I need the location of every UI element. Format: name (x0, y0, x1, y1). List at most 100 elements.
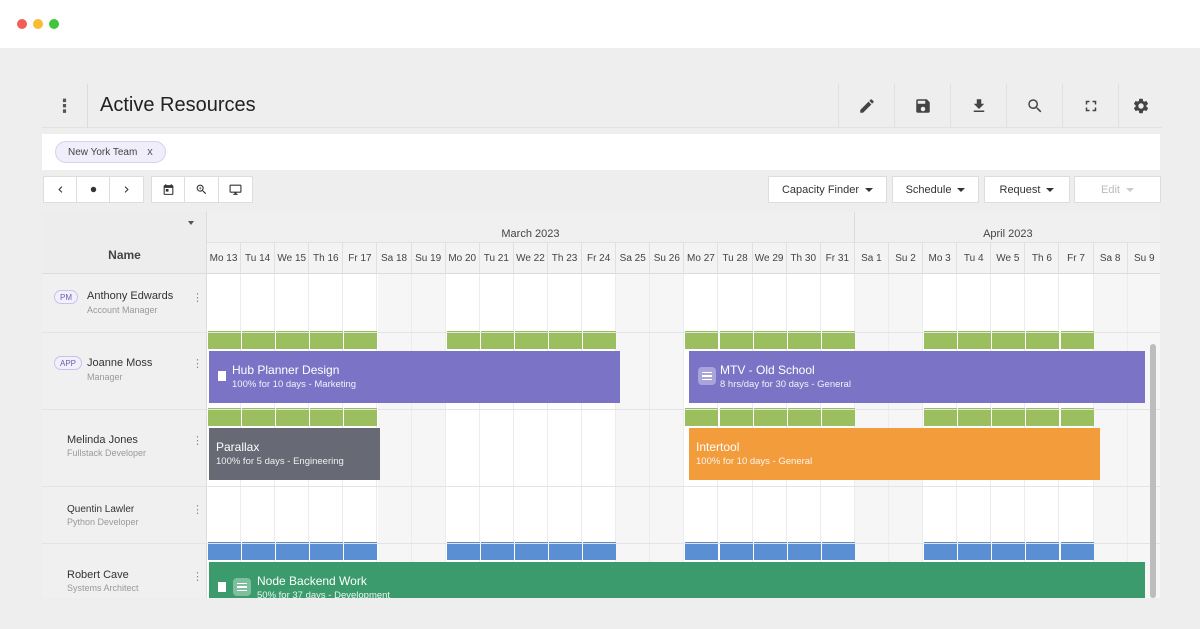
maximize-window-button[interactable] (49, 19, 59, 29)
row-options-icon[interactable]: ⋮ (192, 293, 203, 304)
day-header[interactable]: Mo 3 (923, 243, 958, 274)
capacity-block (992, 331, 1026, 349)
name-column-header[interactable]: Name (42, 212, 207, 274)
save-button[interactable] (894, 84, 950, 128)
filter-chip-label: New York Team (68, 146, 138, 158)
date-picker-button[interactable] (151, 176, 185, 203)
booking-mtv-old-school[interactable]: MTV - Old School 8 hrs/day for 30 days -… (689, 351, 1145, 403)
monitor-icon (229, 184, 242, 195)
resource-row-quentin-lawler[interactable]: Quentin Lawler Python Developer ⋮ (42, 486, 207, 543)
edit-dropdown-button[interactable]: Edit (1074, 176, 1161, 203)
day-column[interactable] (411, 274, 446, 598)
vertical-scrollbar[interactable] (1150, 344, 1156, 598)
document-icon (218, 582, 226, 592)
zoom-button[interactable] (184, 176, 219, 203)
booking-parallax[interactable]: Parallax 100% for 5 days - Engineering (209, 428, 380, 480)
resource-row-robert-cave[interactable]: Robert Cave Systems Architect ⋮ (42, 543, 207, 598)
row-divider (42, 409, 1160, 410)
day-header[interactable]: Su 19 (412, 243, 446, 274)
capacity-block (924, 331, 958, 349)
filter-chip[interactable]: New York Team x (55, 141, 166, 163)
day-header[interactable]: Fr 31 (821, 243, 855, 274)
day-header[interactable]: We 15 (275, 243, 310, 274)
resource-row-melinda-jones[interactable]: Melinda Jones Fullstack Developer ⋮ (42, 409, 207, 486)
next-period-button[interactable] (109, 176, 144, 203)
row-divider (42, 486, 1160, 487)
capacity-block (446, 331, 480, 349)
resource-row-joanne-moss[interactable]: APP Joanne Moss Manager ⋮ (42, 332, 207, 409)
day-header[interactable]: Tu 14 (241, 243, 276, 274)
day-header[interactable]: Su 9 (1128, 243, 1160, 274)
request-label: Request (999, 183, 1041, 196)
capacity-block (514, 542, 548, 560)
row-options-icon[interactable]: ⋮ (192, 572, 203, 583)
resource-badge: PM (54, 290, 78, 304)
edit-button[interactable] (838, 84, 894, 128)
day-header[interactable]: Fr 24 (582, 243, 617, 274)
day-header[interactable]: We 5 (991, 243, 1026, 274)
day-header[interactable]: Fr 17 (343, 243, 378, 274)
booking-hub-planner-design[interactable]: Hub Planner Design 100% for 10 days - Ma… (209, 351, 620, 403)
capacity-finder-button[interactable]: Capacity Finder (768, 176, 887, 203)
booking-intertool[interactable]: Intertool 100% for 10 days - General (689, 428, 1100, 480)
day-header[interactable]: Tu 28 (719, 243, 753, 274)
day-header[interactable]: Su 26 (650, 243, 685, 274)
resource-row-anthony-edwards[interactable]: PM Anthony Edwards Account Manager ⋮ (42, 274, 207, 332)
request-button[interactable]: Request (984, 176, 1070, 203)
day-header[interactable]: Th 6 (1025, 243, 1060, 274)
resource-role: Systems Architect (67, 583, 139, 593)
day-column[interactable] (616, 274, 651, 598)
day-header[interactable]: We 29 (753, 243, 787, 274)
month-header-row: March 2023 April 2023 (207, 212, 1160, 243)
menu-kebab-button[interactable]: ⋮ (42, 84, 88, 128)
day-header[interactable]: Tu 4 (957, 243, 992, 274)
settings-button[interactable] (1118, 84, 1162, 128)
capacity-block (208, 542, 242, 560)
capacity-block (753, 408, 787, 426)
download-button[interactable] (950, 84, 1006, 128)
capacity-block (924, 542, 958, 560)
resource-role: Account Manager (87, 305, 158, 315)
day-header[interactable]: Fr 7 (1060, 243, 1094, 274)
day-column[interactable] (377, 274, 412, 598)
day-header[interactable]: Tu 21 (480, 243, 514, 274)
save-icon (915, 99, 930, 113)
display-mode-button[interactable] (218, 176, 253, 203)
capacity-block (583, 331, 617, 349)
sort-down-icon[interactable] (188, 221, 194, 225)
minimize-window-button[interactable] (33, 19, 43, 29)
day-header-row: Mo 13 Tu 14 We 15 Th 16 Fr 17 Sa 18 Su 19 Mo 20… (207, 243, 1160, 274)
row-options-icon[interactable]: ⋮ (192, 505, 203, 516)
day-column[interactable] (650, 274, 685, 598)
capacity-block (242, 542, 276, 560)
day-header[interactable]: Mo 13 (207, 243, 242, 274)
settings-icon (1133, 98, 1148, 114)
capacity-block (242, 331, 276, 349)
day-header[interactable]: Th 16 (309, 243, 344, 274)
fullscreen-button[interactable] (1062, 84, 1118, 128)
booking-node-backend-work[interactable]: Node Backend Work 50% for 37 days - Deve… (209, 562, 1145, 598)
schedule-button[interactable]: Schedule (892, 176, 979, 203)
day-header[interactable]: Sa 18 (378, 243, 412, 274)
day-header[interactable]: Sa 8 (1094, 243, 1128, 274)
day-header[interactable]: We 22 (514, 243, 548, 274)
row-options-icon[interactable]: ⋮ (192, 359, 203, 370)
day-header[interactable]: Th 23 (548, 243, 583, 274)
previous-period-button[interactable] (43, 176, 77, 203)
capacity-block (719, 331, 753, 349)
booking-subtitle: 100% for 10 days - Marketing (232, 379, 357, 390)
search-button[interactable] (1006, 84, 1062, 128)
day-header[interactable]: Sa 1 (855, 243, 889, 274)
grid-toolbar: Capacity Finder Schedule Request Edit (42, 176, 1162, 204)
today-button[interactable] (76, 176, 110, 203)
day-header[interactable]: Su 2 (889, 243, 924, 274)
fullscreen-icon (1085, 100, 1096, 112)
day-header[interactable]: Th 30 (787, 243, 821, 274)
close-window-button[interactable] (17, 19, 27, 29)
day-header[interactable]: Sa 25 (616, 243, 651, 274)
capacity-block (583, 542, 617, 560)
day-header[interactable]: Mo 20 (446, 243, 480, 274)
row-options-icon[interactable]: ⋮ (192, 436, 203, 447)
day-header[interactable]: Mo 27 (684, 243, 719, 274)
remove-filter-icon[interactable]: x (147, 146, 153, 158)
